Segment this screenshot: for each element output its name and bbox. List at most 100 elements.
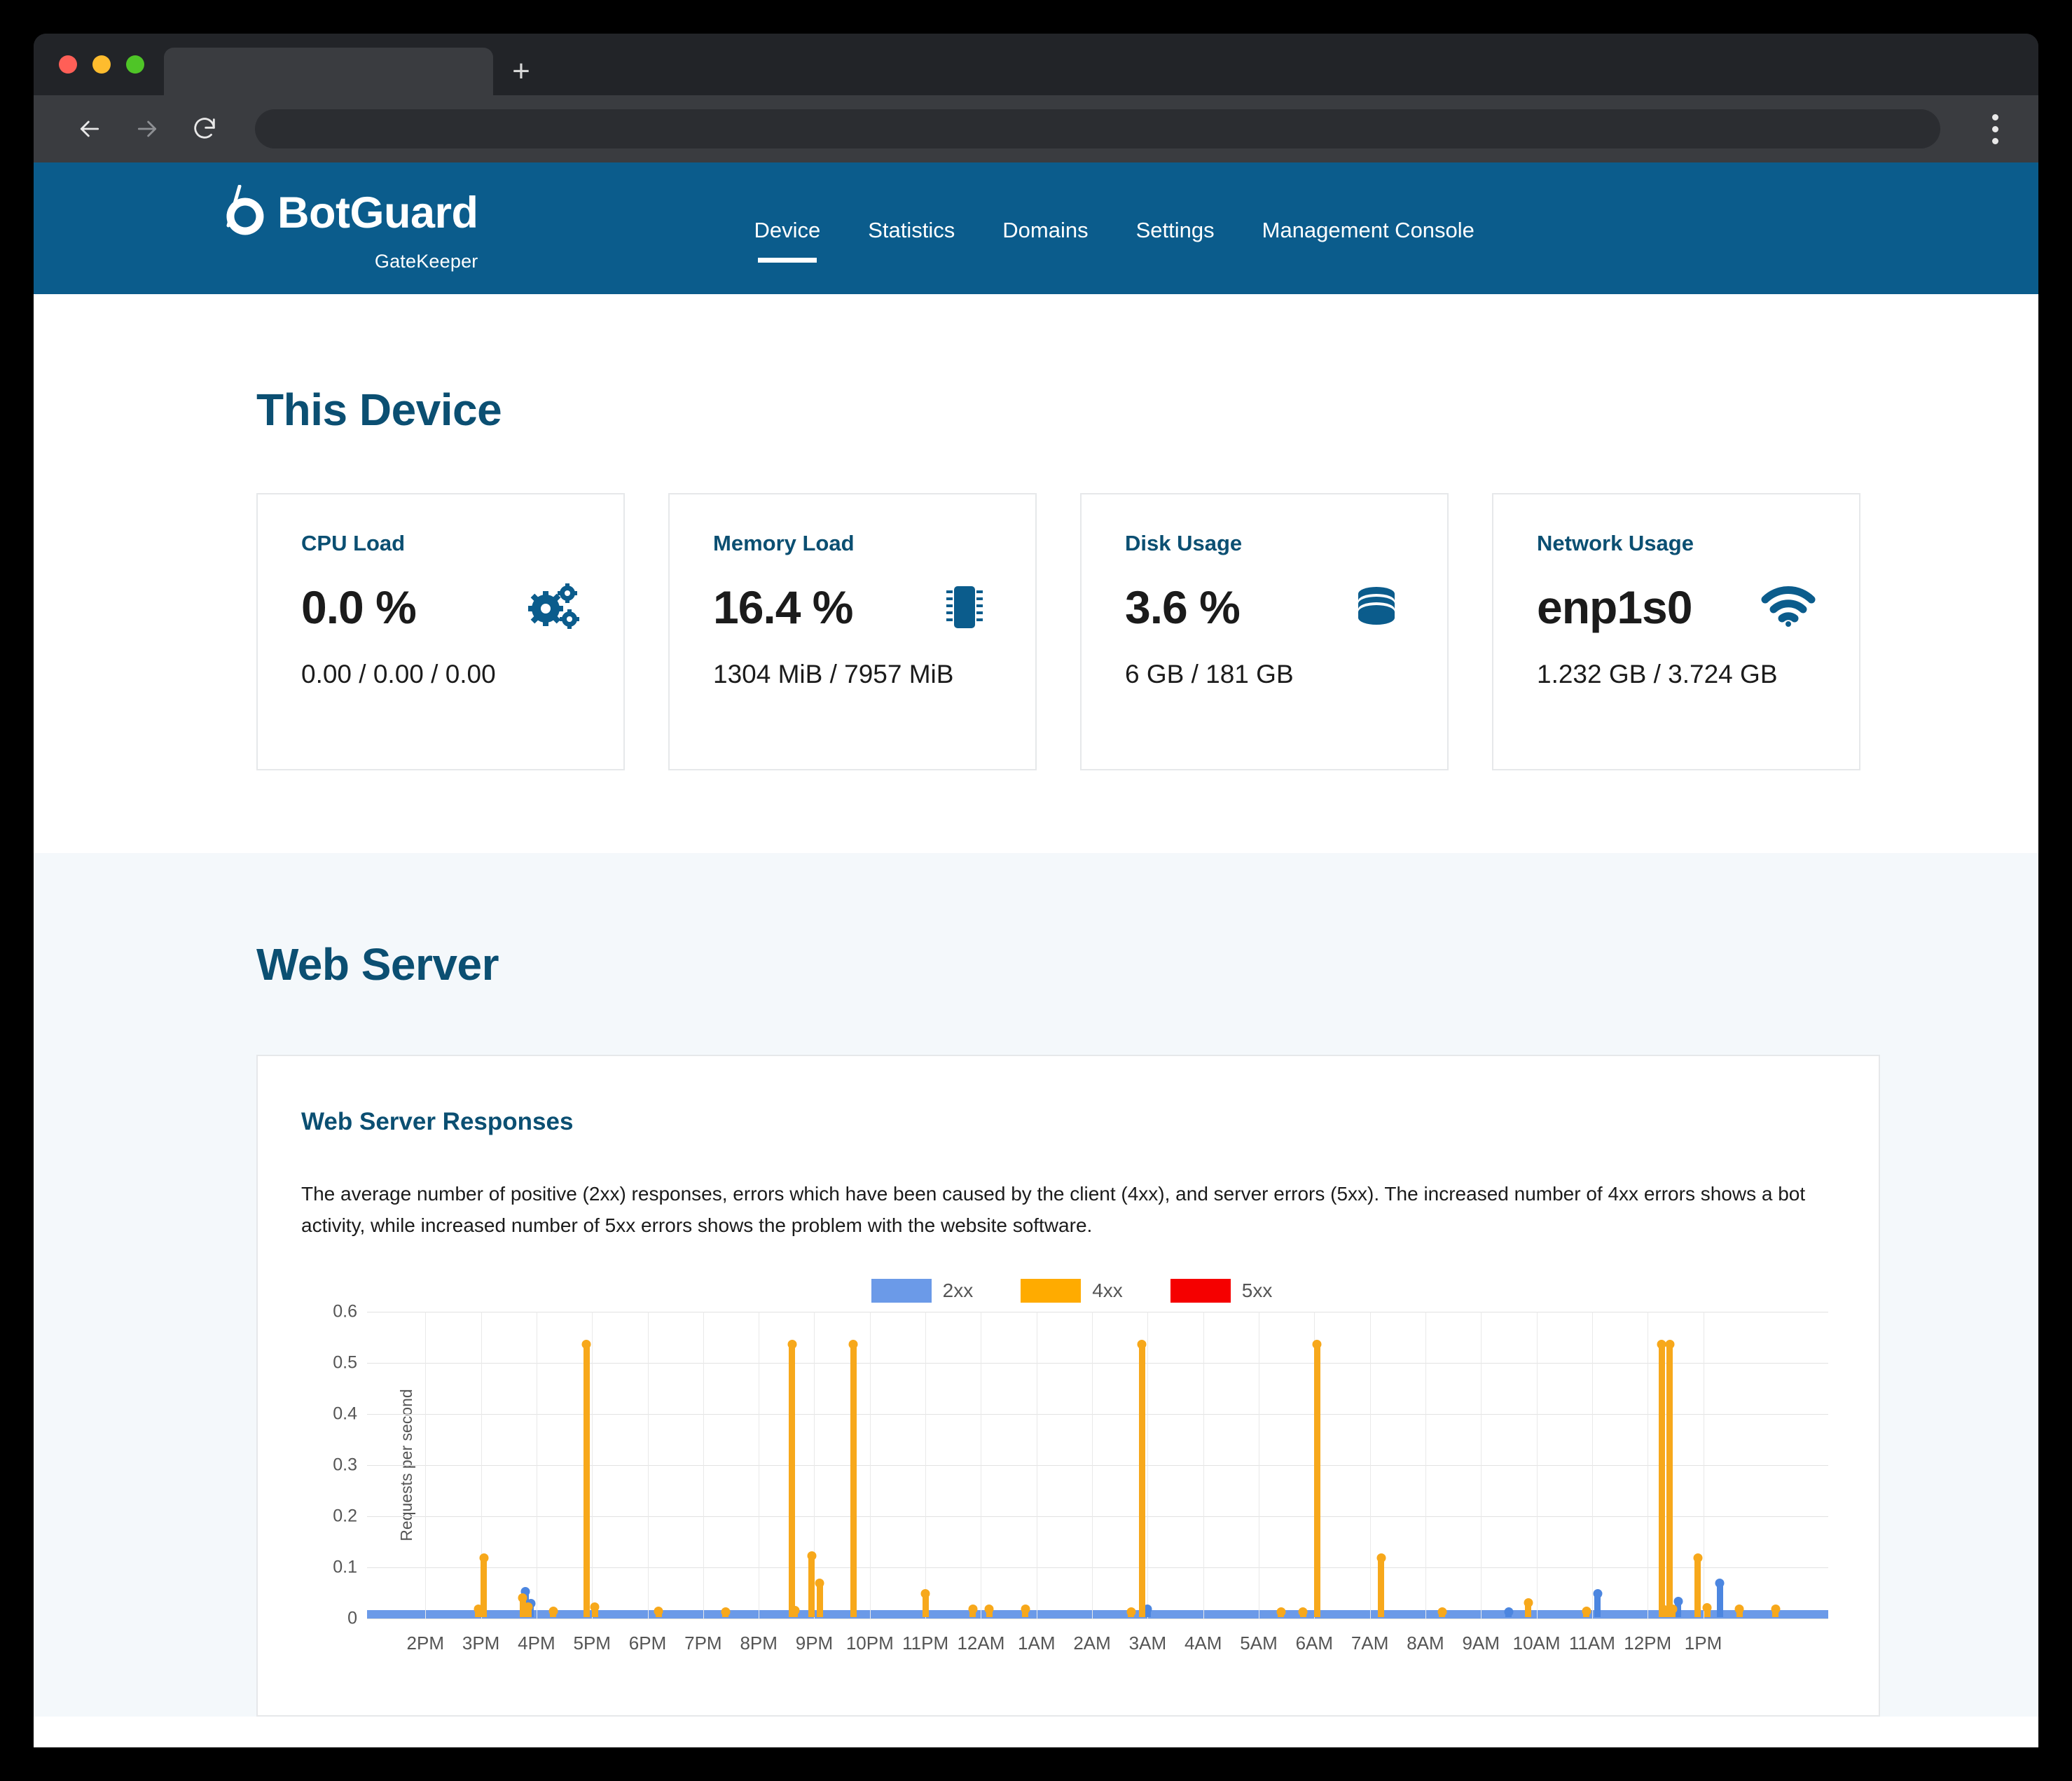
chart-datapoint-marker	[1665, 1340, 1675, 1350]
chart-vgridline	[1591, 1311, 1593, 1619]
legend-label-2xx: 2xx	[942, 1279, 974, 1301]
stat-card-disk-usage: Disk Usage 3.6 % 6 GB / 181 GB	[1080, 493, 1449, 770]
chart-datapoint-marker	[523, 1602, 533, 1612]
close-window-button[interactable]	[59, 55, 77, 74]
arrow-right-icon[interactable]	[132, 113, 163, 144]
chart-datapoint-marker	[1702, 1603, 1712, 1613]
chart-y-tick: 0	[347, 1608, 357, 1628]
nav-item-statistics[interactable]: Statistics	[844, 218, 979, 243]
nav-item-statistics-label: Statistics	[868, 218, 955, 242]
chart-datapoint-marker	[1126, 1607, 1136, 1616]
chart-datapoint-marker	[1582, 1606, 1591, 1616]
chart-datapoint-4xx	[1702, 1603, 1712, 1617]
botguard-logo-icon	[219, 184, 270, 242]
chart-datapoint-marker	[968, 1604, 978, 1614]
window-controls	[59, 34, 164, 95]
chart-datapoint-4xx	[815, 1579, 824, 1617]
stat-card-disk-usage-sub: 6 GB / 181 GB	[1125, 660, 1294, 688]
chart-datapoint-4xx	[1582, 1606, 1591, 1617]
reload-icon[interactable]	[189, 113, 220, 144]
legend-item-2xx[interactable]: 2xx	[871, 1278, 974, 1303]
stat-card-disk-usage-value: 3.6 %	[1125, 581, 1241, 633]
chart-x-tick: 4PM	[518, 1632, 555, 1654]
page-content: BotGuard GateKeeper Device Statistics Do…	[34, 162, 2038, 1747]
chart-datapoint-4xx	[1693, 1553, 1703, 1617]
chart-datapoint-4xx	[581, 1340, 591, 1617]
chart-x-tick: 5AM	[1240, 1632, 1278, 1654]
nav-item-settings-label: Settings	[1135, 218, 1215, 242]
chart-datapoint-marker	[1504, 1607, 1514, 1616]
web-server-responses-chart: 2xx 4xx 5xx Requests per second 0 0.1 0.…	[308, 1271, 1835, 1670]
chart-datapoint-marker	[721, 1607, 731, 1616]
maximize-window-button[interactable]	[126, 55, 144, 74]
chart-datapoint-2xx	[1142, 1604, 1152, 1617]
chart-datapoint-marker	[790, 1605, 800, 1615]
chart-datapoint-marker	[1312, 1340, 1322, 1350]
chart-x-tick: 7AM	[1351, 1632, 1389, 1654]
chart-vgridline	[592, 1311, 593, 1619]
browser-toolbar	[34, 95, 2038, 162]
chart-datapoint-4xx	[590, 1602, 600, 1617]
chart-datapoint-4xx	[807, 1551, 817, 1617]
panel-description: The average number of positive (2xx) res…	[301, 1183, 1806, 1237]
chart-datapoint-4xx	[721, 1607, 731, 1617]
chart-x-tick: 12PM	[1624, 1632, 1672, 1654]
chart-datapoint-4xx	[1437, 1607, 1447, 1617]
chart-datapoint-4xx	[523, 1602, 533, 1617]
chart-y-tick: 0.4	[333, 1404, 357, 1424]
arrow-left-icon[interactable]	[74, 113, 105, 144]
chart-datapoint-4xx	[1021, 1604, 1030, 1617]
chart-x-tick: 3PM	[462, 1632, 500, 1654]
chart-vgridline	[1369, 1311, 1371, 1619]
device-stat-cards: CPU Load 0.0 % 0.00 / 0.00 / 0.00 Memory…	[34, 436, 2038, 770]
chart-datapoint-marker	[479, 1553, 489, 1562]
nav-item-device[interactable]: Device	[730, 218, 844, 263]
chart-datapoint-marker	[1693, 1553, 1703, 1563]
stat-card-network-usage: Network Usage enp1s0 1.232 GB / 3.724 GB	[1492, 493, 1860, 770]
nav-item-domains-label: Domains	[1002, 218, 1089, 242]
legend-swatch-5xx	[1170, 1278, 1231, 1303]
minimize-window-button[interactable]	[92, 55, 111, 74]
chart-vgridline	[703, 1311, 704, 1619]
browser-window: + BotGuard GateKeeper Device Statistics …	[34, 34, 2038, 1747]
kebab-menu-icon[interactable]	[1980, 109, 2010, 148]
new-tab-button[interactable]: +	[493, 48, 549, 95]
chart-datapoint-2xx	[1504, 1607, 1514, 1617]
nav-item-management-console[interactable]: Management Console	[1238, 218, 1498, 243]
main-navigation: Device Statistics Domains Settings Manag…	[730, 214, 1498, 263]
chart-datapoint-marker	[518, 1593, 527, 1602]
legend-label-4xx: 4xx	[1092, 1279, 1123, 1301]
chart-datapoint-4xx	[474, 1604, 483, 1617]
brand-logo[interactable]: BotGuard GateKeeper	[219, 184, 478, 272]
chart-datapoint-2xx	[1593, 1588, 1603, 1617]
chart-datapoint-4xx	[1771, 1604, 1781, 1617]
chart-x-tick: 9PM	[795, 1632, 834, 1654]
nav-active-underline	[757, 258, 817, 263]
chart-vgridline	[1092, 1311, 1093, 1619]
chart-x-tick: 2PM	[406, 1632, 445, 1654]
chart-datapoint-marker	[1771, 1604, 1781, 1614]
brand-name: BotGuard	[277, 188, 478, 237]
chart-y-tick: 0.3	[333, 1455, 357, 1475]
chart-x-tick: 12AM	[957, 1632, 1005, 1654]
chart-datapoint-4xx	[1524, 1598, 1533, 1617]
panel-title: Web Server Responses	[301, 1108, 574, 1135]
chart-vgridline	[869, 1311, 871, 1619]
chart-datapoint-4xx	[1665, 1340, 1675, 1617]
database-icon	[1349, 580, 1404, 635]
chart-y-tick: 0.6	[333, 1301, 357, 1322]
browser-tab[interactable]	[164, 48, 493, 95]
stat-card-cpu-load-title: CPU Load	[301, 531, 406, 555]
chart-vgridline	[1203, 1311, 1204, 1619]
chart-x-tick: 7PM	[684, 1632, 722, 1654]
nav-item-settings[interactable]: Settings	[1112, 218, 1238, 243]
stat-card-cpu-load-sub: 0.00 / 0.00 / 0.00	[301, 660, 496, 688]
address-bar[interactable]	[255, 109, 1940, 148]
legend-item-5xx[interactable]: 5xx	[1170, 1278, 1273, 1303]
web-server-title: Web Server	[256, 939, 499, 990]
chart-datapoint-marker	[1376, 1553, 1386, 1562]
brand-subtitle: GateKeeper	[374, 250, 478, 272]
nav-item-domains[interactable]: Domains	[979, 218, 1112, 243]
legend-item-4xx[interactable]: 4xx	[1021, 1278, 1123, 1303]
legend-label-5xx: 5xx	[1241, 1279, 1273, 1301]
